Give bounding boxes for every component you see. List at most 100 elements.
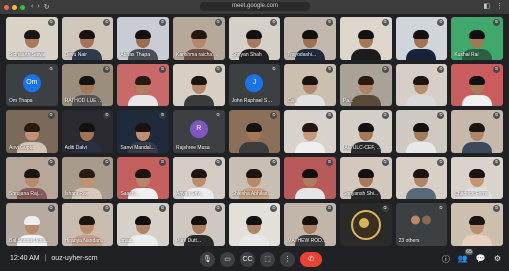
participant-name: Saachi... — [120, 191, 140, 198]
participant-tile[interactable]: ⦸ Shlesha Abhilas... — [228, 156, 281, 200]
participant-tile[interactable]: ⦸ — [228, 110, 281, 153]
hair — [135, 122, 152, 132]
browser-menu-icon[interactable]: ⋮ — [496, 2, 503, 10]
participant-tile[interactable]: ⦸ Karishma raichand — [173, 17, 225, 60]
muted-mic-icon: ⦸ — [493, 205, 500, 213]
muted-mic-icon: ⦸ — [159, 112, 166, 120]
participant-tile[interactable]: ⦸ — [395, 110, 448, 153]
participant-tile[interactable]: R ⦸ Rajshree Musa — [173, 110, 225, 153]
participant-tile[interactable]: ⦸ — [395, 156, 448, 200]
participant-tile[interactable]: ⦸ Kushal Rai — [451, 17, 503, 60]
participant-tile[interactable]: ⦸ Saachi... — [117, 156, 169, 200]
participant-tile[interactable]: ⦸ Devu Nair — [61, 17, 114, 60]
hair — [357, 29, 374, 39]
participant-tile[interactable]: ⦸ Shriyan Shah — [228, 17, 281, 60]
people-icon[interactable]: 👥 65 — [458, 249, 473, 265]
participant-tile[interactable]: ⦸ Purv Dutt... — [173, 203, 225, 246]
participant-name: Kushal Rai — [454, 51, 479, 58]
participant-tile[interactable]: ⦸ — [340, 17, 392, 60]
participant-tile[interactable]: ⦸ Chadrick Ferrer — [451, 156, 503, 200]
face — [246, 169, 263, 188]
participant-tile[interactable]: ⦸ Shrujana Raj... — [6, 156, 58, 200]
participant-tile[interactable]: ⦸ Sanvi Mandal... — [117, 110, 169, 153]
participant-tile[interactable]: ⦸ Anvi Gupta — [6, 110, 58, 153]
info-icon[interactable]: ⓘ — [442, 254, 450, 265]
participant-tile[interactable]: ⦸ — [395, 17, 448, 60]
torso — [462, 141, 493, 153]
participant-tile[interactable]: ⦸ — [395, 63, 448, 107]
participant-tile[interactable]: ⦸ Hiranya Nandan... — [61, 203, 114, 246]
participant-tile[interactable]: ⦸ Shriyansh Shi... — [340, 156, 392, 200]
captions-button[interactable]: CC — [240, 252, 255, 267]
activities-icon[interactable]: ⚙ — [494, 254, 501, 265]
chat-icon[interactable]: 💬 — [476, 254, 486, 265]
participant-name: Abhas Thapa — [120, 51, 150, 58]
participant-tile[interactable]: ⦸ Sidhaarth Sawla — [6, 17, 58, 60]
face — [302, 29, 319, 48]
muted-mic-icon: ⦸ — [47, 205, 55, 213]
participant-tile[interactable]: ⦸ Aditi Dalvi — [61, 110, 114, 153]
participant-tile[interactable]: ⦸ Ishani Ravi — [61, 156, 114, 200]
face — [413, 29, 430, 48]
minimize-window-button[interactable] — [12, 4, 17, 10]
extensions-icon[interactable]: ◧ — [483, 2, 490, 10]
muted-mic-icon: ⦸ — [381, 112, 389, 120]
participant-tile[interactable]: ⦸ — [117, 63, 169, 107]
participant-grid: ⦸ Sidhaarth Sawla ⦸ Devu Nair ⦸ Abhas Thapa ⦸ K… — [6, 17, 503, 246]
participant-tile[interactable]: ⦸ RATHOD LUE Rub... — [61, 63, 114, 107]
participant-tile[interactable]: J ⦸ John Raphael Se... — [228, 63, 281, 107]
participant-tile[interactable]: ⦸ — [451, 110, 503, 153]
participant-tile[interactable]: ⦸ — [451, 203, 503, 246]
participant-tile[interactable]: Om ⦸ Om Thapa — [6, 63, 58, 107]
participant-tile[interactable]: ⦸ Anvita Sriv... — [173, 156, 225, 200]
participant-tile[interactable]: ⦸ — [340, 203, 392, 246]
back-arrow-icon[interactable]: ‹ — [31, 3, 33, 11]
hair — [357, 122, 374, 132]
muted-mic-icon: ⦸ — [103, 112, 111, 120]
participant-tile[interactable]: ⦸ Bal Shrina Uchar... — [6, 203, 58, 246]
participant-name: Karishma raichand — [176, 51, 218, 58]
participant-video — [295, 122, 326, 153]
emblem-logo — [350, 209, 381, 240]
participant-tile[interactable]: ⦸ Trayodashi... — [284, 17, 336, 60]
participant-tile[interactable]: ⦸ — [284, 156, 336, 200]
mic-button[interactable]: 🎙 — [200, 252, 215, 267]
participant-tile[interactable]: ⦸ — [451, 63, 503, 107]
reload-icon[interactable]: ↻ — [44, 3, 50, 11]
face — [135, 169, 152, 188]
participant-tile[interactable]: ⦸ — [228, 203, 281, 246]
participant-name: Sidhaarth Sawla — [9, 51, 46, 58]
end-call-button[interactable]: ✆ — [300, 252, 322, 267]
muted-mic-icon: ⦸ — [493, 19, 500, 26]
participant-tile[interactable]: ⦸ — [284, 110, 336, 153]
camera-button[interactable]: ▭ — [220, 252, 235, 267]
muted-mic-icon: ⦸ — [326, 65, 333, 73]
participant-tile[interactable]: ⦸ — [173, 63, 225, 107]
browser-toolbar: ‹ › ↻ meet.google.com ◧ ⋮ — [0, 0, 509, 14]
more-options-button[interactable]: ⋮ — [280, 252, 295, 267]
participant-tile[interactable]: ⦸ MATHEW RODRIGUES — [284, 203, 336, 246]
participant-tile[interactable]: ⦸ Ca... — [284, 63, 336, 107]
forward-arrow-icon[interactable]: › — [37, 3, 39, 11]
muted-mic-icon: ⦸ — [381, 158, 389, 166]
participant-tile[interactable]: ⦸ Pa... — [340, 63, 392, 107]
participant-tile[interactable]: ⦸ 23 others — [395, 203, 448, 246]
face — [302, 169, 319, 188]
address-bar[interactable]: meet.google.com — [200, 2, 310, 11]
face — [357, 169, 374, 188]
muted-mic-icon: ⦸ — [381, 65, 389, 73]
torso — [295, 141, 326, 153]
muted-mic-icon: ⦸ — [493, 65, 500, 73]
maximize-window-button[interactable] — [20, 4, 25, 10]
participant-tile[interactable]: ⦸ Abhas Thapa — [117, 17, 169, 60]
muted-mic-icon: ⦸ — [47, 19, 55, 26]
participant-tile[interactable]: ⦸ Imas... — [117, 203, 169, 246]
close-window-button[interactable] — [4, 4, 9, 10]
present-button[interactable]: ⬚ — [260, 252, 275, 267]
participant-name: Bal Shrina Uchar... — [9, 237, 51, 244]
participant-video — [350, 76, 381, 107]
participant-video — [406, 122, 437, 153]
participant-tile[interactable]: ⦸ IAC ULC-CEF, MNR — [340, 110, 392, 153]
hair — [79, 169, 96, 179]
participant-avatar: Om — [22, 74, 41, 93]
